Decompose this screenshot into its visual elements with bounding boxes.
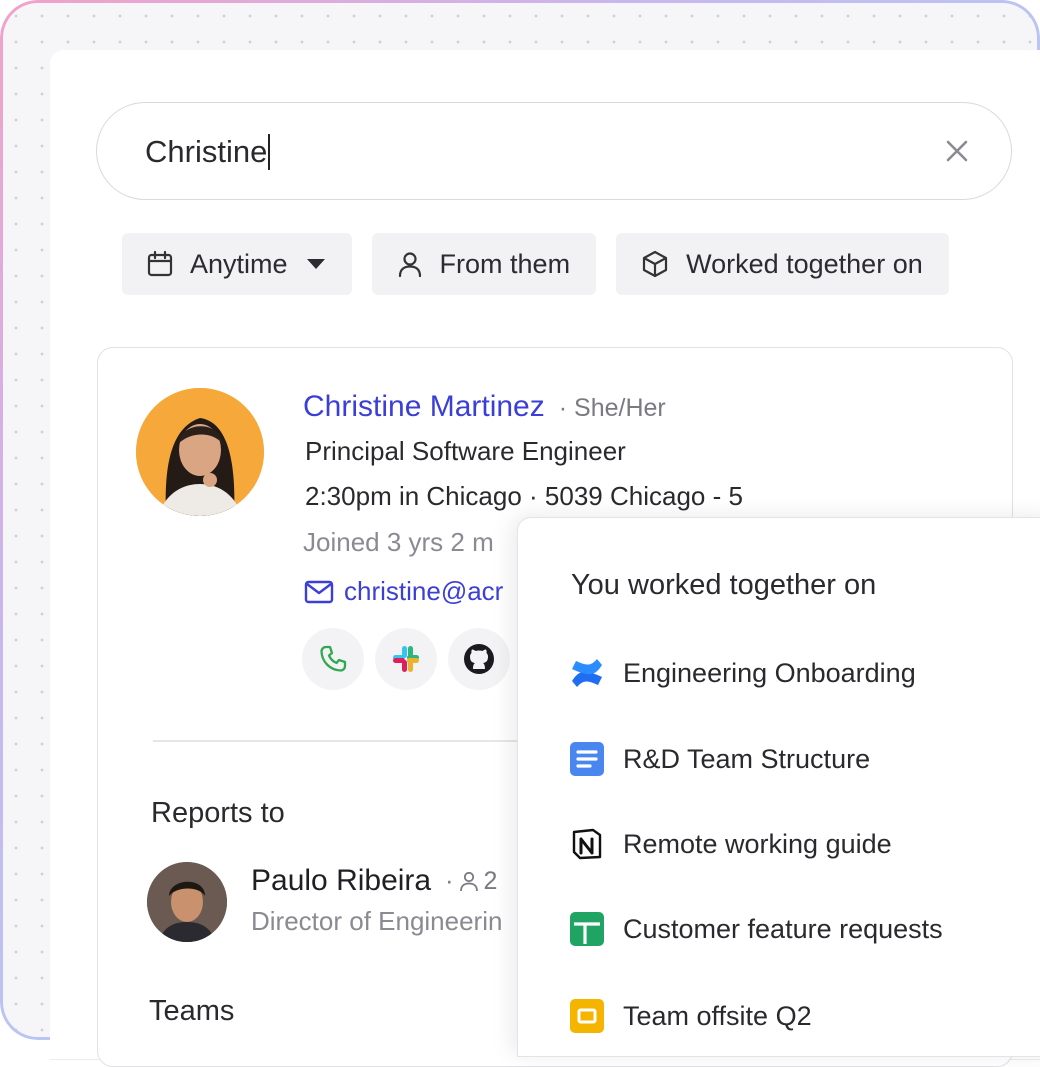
- filter-bar: Anytime From them Worked together on: [122, 233, 949, 295]
- from-them-label: From them: [439, 248, 571, 279]
- worked-together-filter-button[interactable]: Worked together on: [616, 233, 949, 295]
- popover-item-rd-team-structure[interactable]: R&D Team Structure: [569, 741, 870, 777]
- confluence-icon: [569, 655, 605, 691]
- worked-together-popover: You worked together on Engineering Onboa…: [517, 517, 1040, 1057]
- manager-name[interactable]: Paulo Ribeira: [251, 864, 431, 898]
- popover-item-remote-working-guide[interactable]: Remote working guide: [569, 826, 892, 862]
- call-button[interactable]: [302, 628, 364, 690]
- direct-reports-count: · 2: [445, 867, 497, 896]
- cube-icon: [642, 250, 668, 278]
- google-slides-icon: [569, 998, 605, 1034]
- popover-item-label: Engineering Onboarding: [623, 657, 916, 688]
- avatar: [136, 388, 264, 516]
- profile-pronouns: · She/Her: [558, 394, 666, 422]
- github-icon: [464, 644, 494, 674]
- text-caret: [268, 134, 271, 170]
- chevron-down-icon: [306, 259, 325, 269]
- clear-icon[interactable]: [939, 133, 975, 169]
- mail-icon: [304, 580, 334, 603]
- notion-icon: [569, 826, 605, 862]
- profile-title: Principal Software Engineer: [305, 436, 626, 466]
- dot-separator: ·: [445, 866, 454, 895]
- reports-count-value: 2: [483, 866, 498, 895]
- popover-item-label: R&D Team Structure: [623, 743, 871, 774]
- from-them-filter-button[interactable]: From them: [371, 233, 597, 295]
- google-docs-icon: [569, 741, 605, 777]
- slack-icon: [393, 646, 419, 672]
- phone-icon: [320, 645, 347, 672]
- popover-item-engineering-onboarding[interactable]: Engineering Onboarding: [569, 655, 916, 691]
- anytime-label: Anytime: [190, 248, 288, 279]
- popover-item-label: Customer feature requests: [623, 913, 943, 944]
- manager-photo: [147, 862, 227, 942]
- profile-email-link[interactable]: christine@acr: [304, 576, 503, 607]
- popover-item-label: Team offsite Q2: [623, 1000, 812, 1031]
- slack-button[interactable]: [375, 628, 437, 690]
- search-input[interactable]: Christine: [145, 134, 271, 170]
- calendar-icon: [147, 250, 173, 277]
- search-bar[interactable]: Christine: [96, 102, 1012, 200]
- avatar-photo: [136, 388, 264, 516]
- profile-name-line: Christine Martinez · She/Her: [303, 390, 666, 424]
- popover-item-team-offsite-q2[interactable]: Team offsite Q2: [569, 998, 812, 1034]
- popover-item-label: Remote working guide: [623, 828, 892, 859]
- person-icon: [460, 871, 479, 892]
- google-sheets-icon: [569, 911, 605, 947]
- manager-name-line: Paulo Ribeira · 2: [251, 864, 497, 898]
- manager-avatar[interactable]: [147, 862, 227, 942]
- popover-item-customer-feature-requests[interactable]: Customer feature requests: [569, 911, 943, 947]
- anytime-filter-button[interactable]: Anytime: [122, 233, 352, 295]
- worked-together-label: Worked together on: [686, 248, 923, 279]
- github-button[interactable]: [448, 628, 510, 690]
- profile-joined: Joined 3 yrs 2 m: [303, 527, 494, 557]
- profile-location: 2:30pm in Chicago · 5039 Chicago - 5: [305, 481, 743, 511]
- profile-email: christine@acr: [344, 576, 504, 606]
- manager-role: Director of Engineerin: [251, 906, 503, 936]
- person-icon: [398, 252, 421, 278]
- popover-title: You worked together on: [571, 569, 877, 601]
- reports-to-heading: Reports to: [151, 797, 285, 829]
- search-query: Christine: [145, 134, 268, 169]
- profile-name[interactable]: Christine Martinez: [303, 390, 545, 424]
- teams-heading: Teams: [149, 995, 235, 1027]
